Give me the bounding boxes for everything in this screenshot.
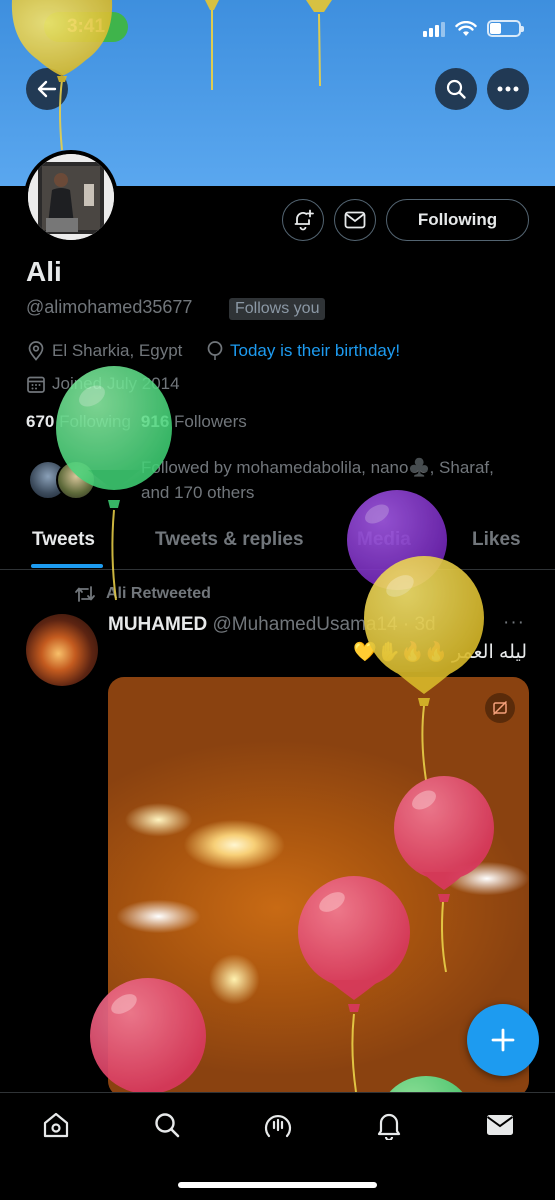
location-pin-icon bbox=[28, 341, 44, 361]
tweet-author-name[interactable]: MUHAMED bbox=[108, 614, 207, 635]
followed-by-line: and 170 others bbox=[141, 483, 255, 502]
mail-icon bbox=[486, 1115, 514, 1135]
tweet-media[interactable] bbox=[108, 677, 529, 1097]
status-time: 3:41 bbox=[44, 12, 128, 42]
retweet-icon bbox=[75, 586, 95, 602]
spaces-icon bbox=[264, 1114, 292, 1138]
back-button[interactable] bbox=[26, 68, 68, 110]
profile-tabs: Tweets Tweets & replies Media Likes bbox=[0, 520, 555, 570]
message-button[interactable] bbox=[334, 199, 376, 241]
retweet-label[interactable]: Ali Retweeted bbox=[106, 585, 211, 603]
following-button[interactable]: Following bbox=[386, 199, 529, 241]
nav-messages[interactable] bbox=[484, 1109, 516, 1141]
back-arrow-icon bbox=[37, 80, 57, 98]
nav-search[interactable] bbox=[151, 1109, 183, 1141]
more-icon bbox=[497, 86, 519, 92]
nav-notifications[interactable] bbox=[373, 1109, 405, 1141]
following-count: 670 bbox=[26, 412, 55, 431]
tweet-emojis: 🔥🔥✋💛 bbox=[353, 642, 449, 663]
tweet-header: MUHAMED @MuhamedUsama14 · 3d bbox=[108, 614, 436, 636]
tweet-more-button[interactable]: ··· bbox=[503, 612, 525, 634]
envelope-icon bbox=[344, 211, 366, 229]
home-indicator[interactable] bbox=[178, 1182, 377, 1188]
joined-row: Joined July 2014 bbox=[26, 374, 180, 394]
profile-name: Ali bbox=[26, 256, 62, 287]
tweet-time: · 3d bbox=[402, 614, 436, 635]
location-text: El Sharkia, Egypt bbox=[52, 341, 183, 360]
followed-by-line: Followed by mohamedabolila, nano♣️, Shar… bbox=[141, 458, 494, 477]
active-tab-indicator bbox=[31, 564, 103, 568]
tab-media[interactable]: Media bbox=[357, 529, 411, 551]
tweet-author-avatar[interactable] bbox=[26, 614, 98, 686]
tab-tweets-replies[interactable]: Tweets & replies bbox=[155, 529, 304, 551]
tweet-text: ليله العمر 🔥🔥✋💛 bbox=[353, 640, 527, 664]
signal-icon bbox=[423, 21, 445, 37]
profile-handle: @alimohamed35677 bbox=[26, 297, 193, 317]
battery-icon bbox=[487, 20, 524, 37]
nav-home[interactable] bbox=[40, 1109, 72, 1141]
compose-tweet-button[interactable] bbox=[467, 1004, 539, 1076]
following-count-link[interactable]: 670 Following bbox=[26, 412, 131, 432]
followers-label: Followers bbox=[174, 412, 247, 431]
balloon-icon bbox=[207, 341, 223, 360]
joined-text: Joined July 2014 bbox=[52, 374, 180, 393]
profile-avatar[interactable] bbox=[24, 150, 118, 244]
followed-by-text[interactable]: Followed by mohamedabolila, nano♣️, Shar… bbox=[141, 455, 536, 505]
tweet-text-body: ليله العمر bbox=[452, 641, 527, 663]
bell-icon bbox=[377, 1113, 401, 1140]
sensitive-media-icon[interactable] bbox=[485, 693, 515, 723]
follows-you-badge: Follows you bbox=[229, 298, 326, 320]
more-button[interactable] bbox=[487, 68, 529, 110]
search-button[interactable] bbox=[435, 68, 477, 110]
tab-tweets[interactable]: Tweets bbox=[32, 529, 95, 551]
search-icon bbox=[155, 1113, 180, 1138]
calendar-icon bbox=[27, 376, 45, 393]
followers-count-link[interactable]: 916 Followers bbox=[141, 412, 247, 432]
status-icons bbox=[423, 20, 524, 37]
following-label: Following bbox=[59, 412, 131, 431]
follow-counts: 670 Following 916 Followers bbox=[26, 412, 247, 432]
search-icon bbox=[446, 79, 466, 99]
plus-icon bbox=[491, 1028, 515, 1052]
nav-spaces[interactable] bbox=[262, 1109, 294, 1141]
bell-plus-icon bbox=[294, 209, 314, 231]
tweet-author-handle[interactable]: @MuhamedUsama14 bbox=[213, 614, 398, 635]
followers-count: 916 bbox=[140, 412, 170, 431]
wifi-icon bbox=[455, 20, 477, 36]
tab-likes[interactable]: Likes bbox=[472, 529, 521, 551]
follower-avatar[interactable] bbox=[56, 460, 96, 500]
notify-button[interactable] bbox=[282, 199, 324, 241]
birthday-text: Today is their birthday! bbox=[230, 341, 401, 360]
home-icon bbox=[43, 1112, 69, 1138]
location-row: El Sharkia, Egypt bbox=[26, 341, 182, 361]
retweet-header: Ali Retweeted bbox=[74, 585, 211, 603]
avatar-photo bbox=[28, 154, 114, 240]
birthday-row: Today is their birthday! bbox=[206, 341, 400, 361]
